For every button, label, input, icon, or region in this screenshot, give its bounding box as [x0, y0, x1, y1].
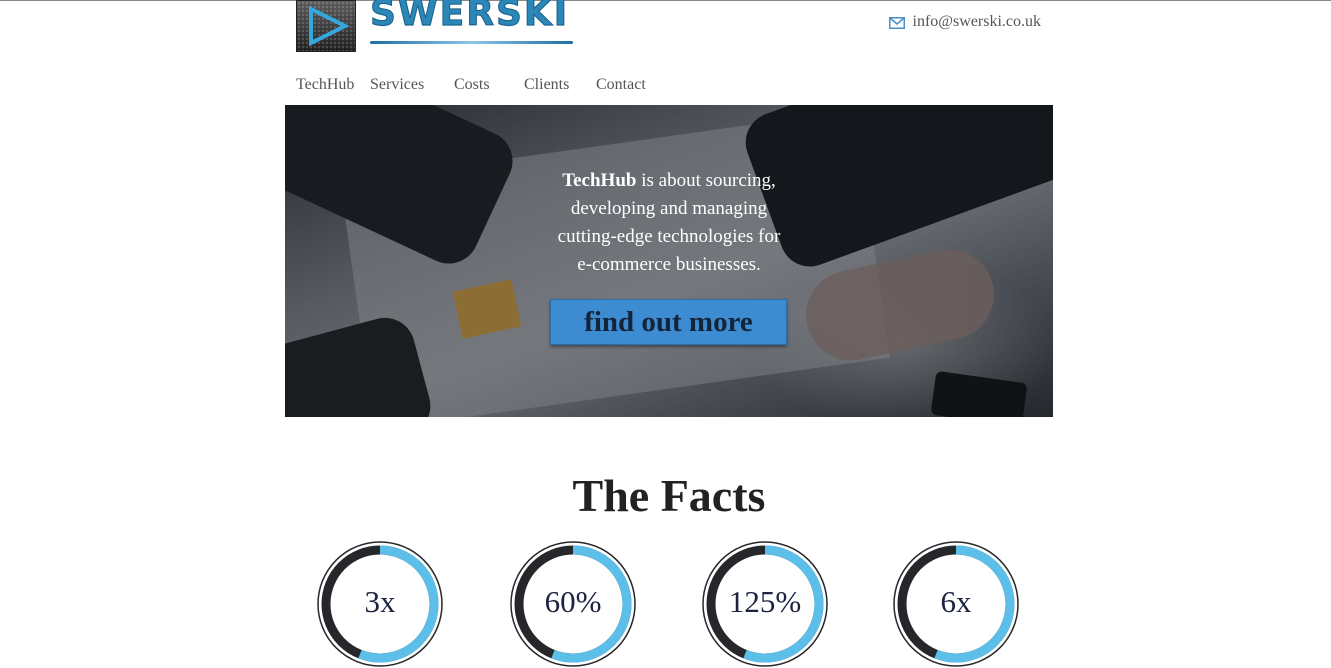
hero-tagline-line2: developing and managing	[570, 198, 768, 219]
nav-item-services[interactable]: Services	[370, 76, 454, 94]
fact-stat-2: 60%	[509, 540, 637, 668]
logo-underline	[370, 41, 573, 44]
nav-item-clients[interactable]: Clients	[524, 76, 596, 94]
facts-title: The Facts	[572, 470, 766, 521]
fact-value: 60%	[544, 584, 602, 619]
hero-tagline-bold: TechHub	[562, 170, 637, 191]
envelope-icon	[888, 16, 905, 29]
fact-value: 3x	[364, 584, 396, 619]
hero-tagline-line1: is about sourcing,	[636, 170, 776, 191]
main-nav: TechHub Services Costs Clients Contact	[296, 76, 656, 94]
email-link[interactable]: info@swerski.co.uk	[913, 13, 1042, 31]
hero-tagline-line4: e-commerce businesses.	[577, 254, 761, 275]
page-container: SWERSKI info@swerski.co.uk TechHub Servi…	[285, 0, 1053, 667]
fact-value: 125%	[728, 584, 802, 619]
fact-value: 6x	[940, 584, 972, 619]
logo-wordmark[interactable]: SWERSKI	[369, 0, 569, 35]
find-out-more-button[interactable]: find out more	[550, 299, 787, 345]
nav-item-contact[interactable]: Contact	[596, 76, 656, 94]
hero-banner: TechHub is about sourcing, developing an…	[285, 105, 1053, 417]
hero-tagline: TechHub is about sourcing, developing an…	[285, 167, 1053, 279]
email-contact[interactable]: info@swerski.co.uk	[888, 13, 1042, 31]
fact-stat-4: 6x	[892, 540, 1020, 668]
hero-tagline-line3: cutting-edge technologies for	[557, 226, 781, 247]
logo-icon[interactable]	[296, 0, 356, 52]
fact-stat-1: 3x	[316, 540, 444, 668]
nav-item-techhub[interactable]: TechHub	[296, 76, 370, 94]
fact-stat-3: 125%	[701, 540, 829, 668]
nav-item-costs[interactable]: Costs	[454, 76, 524, 94]
